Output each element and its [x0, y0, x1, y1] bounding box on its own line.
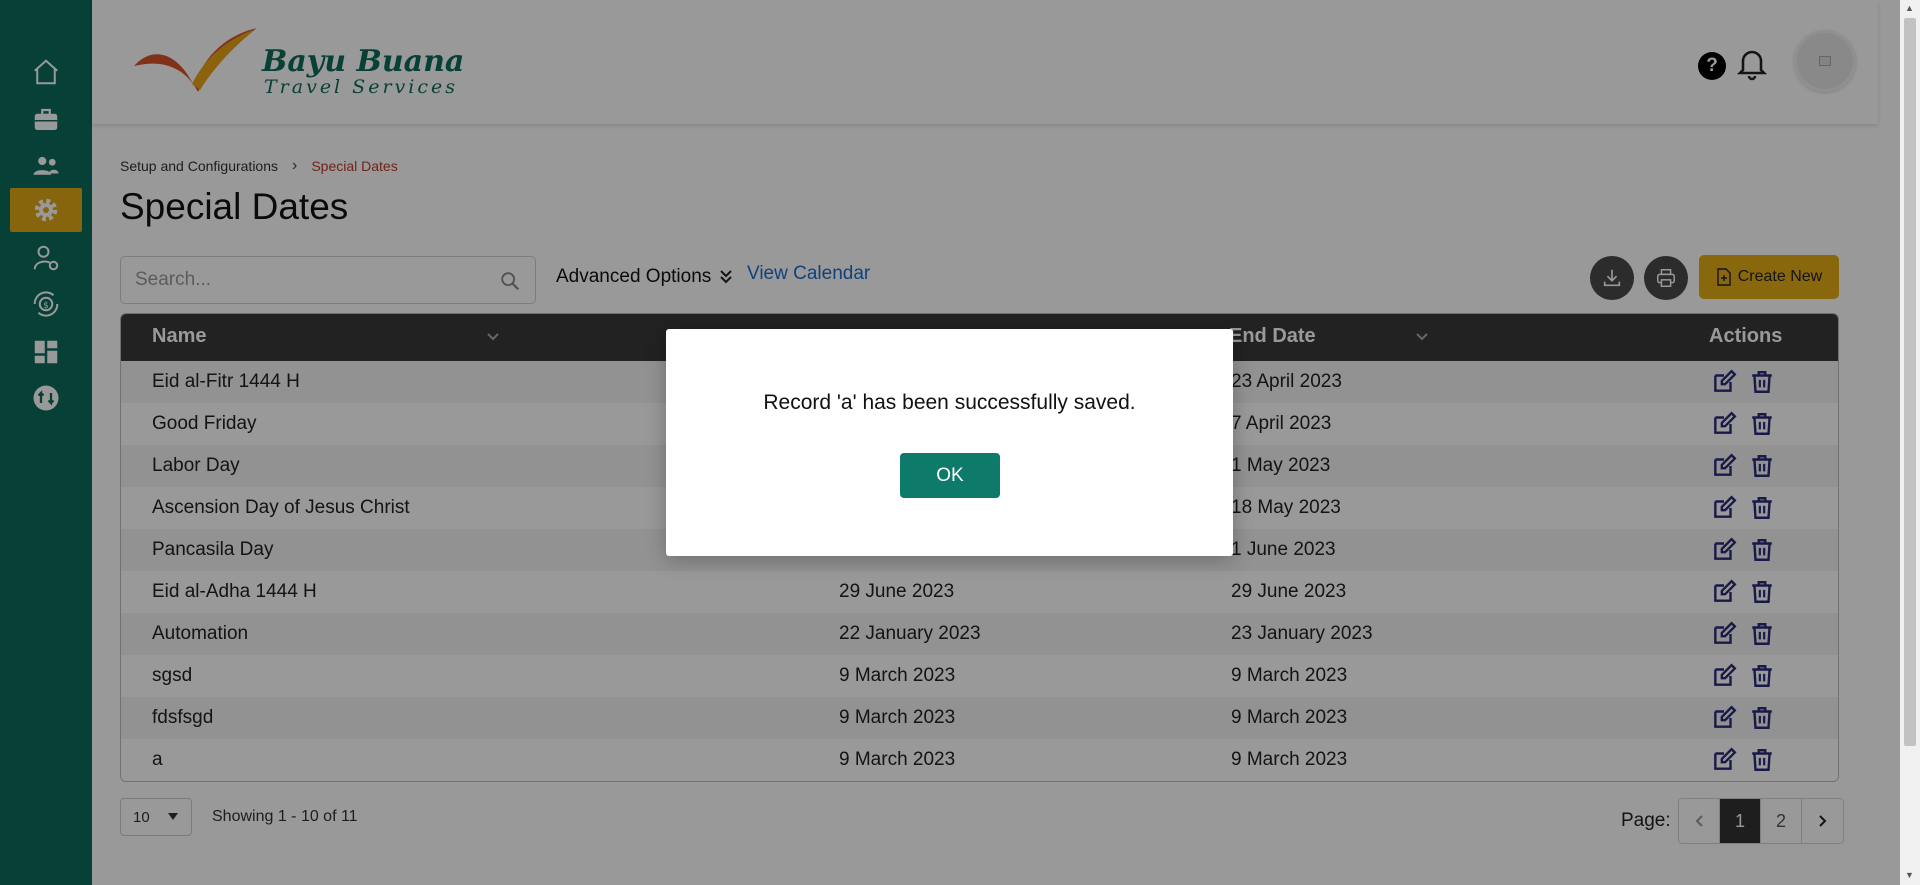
page-scrollbar[interactable]: ▲ ▼: [1900, 0, 1920, 885]
success-dialog: Record 'a' has been successfully saved. …: [666, 329, 1233, 556]
success-message: Record 'a' has been successfully saved.: [763, 391, 1136, 414]
scroll-up-icon[interactable]: ▲: [1905, 3, 1914, 13]
scroll-down-icon[interactable]: ▼: [1905, 870, 1914, 880]
scroll-thumb[interactable]: [1904, 18, 1916, 746]
ok-button[interactable]: OK: [900, 453, 1000, 498]
